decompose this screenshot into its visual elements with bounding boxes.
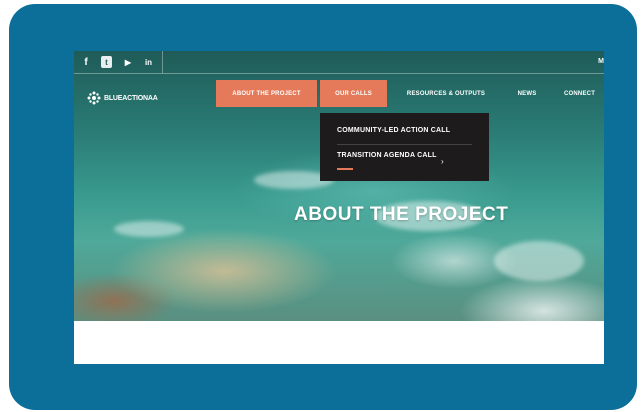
nav-about-the-project[interactable]: ABOUT THE PROJECT: [216, 80, 317, 107]
nav-our-calls[interactable]: OUR CALLS: [320, 80, 387, 107]
dropdown-divider: [337, 144, 472, 145]
active-indicator: [337, 168, 353, 170]
divider: [162, 51, 163, 73]
logo-text: BLUEACTIONAA: [104, 94, 158, 102]
dropdown-item-transition-agenda-call[interactable]: TRANSITION AGENDA CALL: [337, 152, 437, 159]
top-social-bar: f t ▶ in M: [74, 51, 604, 74]
device-frame: f t ▶ in M BLUEACTIONAA ABOUT THE PROJEC…: [9, 4, 637, 410]
dropdown-item-community-led-action-call[interactable]: COMMUNITY-LED ACTION CALL: [337, 127, 450, 134]
site-logo[interactable]: BLUEACTIONAA: [87, 91, 158, 105]
nav-connect[interactable]: CONNECT: [564, 80, 604, 107]
topbar-menu-text[interactable]: M: [598, 58, 604, 65]
twitter-icon[interactable]: t: [101, 56, 112, 68]
mouse-cursor-icon: ›: [441, 157, 444, 166]
hero-title: ABOUT THE PROJECT: [294, 204, 509, 225]
hero-foam: [114, 221, 184, 237]
our-calls-dropdown: COMMUNITY-LED ACTION CALL TRANSITION AGE…: [320, 113, 489, 181]
hero-foam: [494, 241, 584, 281]
browser-viewport: f t ▶ in M BLUEACTIONAA ABOUT THE PROJEC…: [74, 51, 604, 364]
logo-mark-icon: [87, 91, 101, 105]
nav-resources-outputs[interactable]: RESOURCES & OUTPUTS: [401, 80, 491, 107]
nav-news[interactable]: NEWS: [512, 80, 542, 107]
facebook-icon[interactable]: f: [81, 56, 91, 68]
linkedin-icon[interactable]: in: [143, 56, 154, 68]
youtube-icon[interactable]: ▶: [122, 56, 134, 68]
